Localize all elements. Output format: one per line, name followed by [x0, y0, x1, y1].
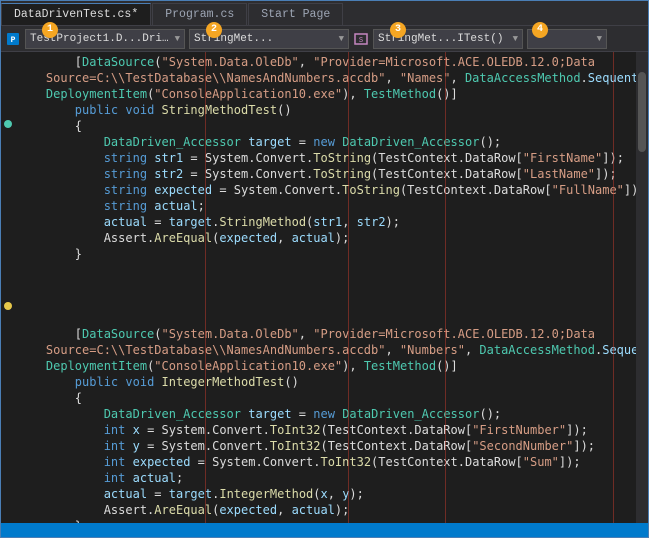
marker-2: 2	[206, 22, 222, 38]
method-dropdown[interactable]: StringMet... ▼ 2	[189, 29, 349, 49]
line-16: [DataSource("System.Data.OleDb", "Provid…	[17, 327, 595, 341]
tab-bar: DataDrivenTest.cs* Program.cs Start Page	[1, 1, 648, 26]
line-11: actual = target.StringMethod(str1, str2)…	[17, 215, 400, 229]
line-3: DeploymentItem("ConsoleApplication10.exe…	[17, 87, 458, 101]
line-7: string str1 = System.Convert.ToString(Te…	[17, 151, 624, 165]
line-4: public void StringMethodTest()	[17, 103, 292, 117]
line-24: int expected = System.Convert.ToInt32(Te…	[17, 455, 581, 469]
line-13: }	[17, 247, 82, 261]
line-28: }	[17, 519, 82, 523]
line-1: [DataSource("System.Data.OleDb", "Provid…	[17, 55, 595, 69]
marker-1: 1	[42, 22, 58, 38]
tab-programcs-label: Program.cs	[165, 8, 234, 21]
code-area: [DataSource("System.Data.OleDb", "Provid…	[1, 52, 648, 523]
marker-4: 4	[532, 22, 548, 38]
overload-dropdown[interactable]: ▼ 4	[527, 29, 607, 49]
tab-datadriventest[interactable]: DataDrivenTest.cs*	[1, 3, 151, 25]
line-6: DataDriven_Accessor target = new DataDri…	[17, 135, 501, 149]
left-indicators	[1, 52, 13, 523]
breakpoint-dot-1	[4, 120, 12, 128]
line-9: string expected = System.Convert.ToStrin…	[17, 183, 636, 197]
interface-dropdown-arrow: ▼	[513, 34, 518, 44]
string-icon: S	[353, 31, 369, 47]
project-icon: P	[5, 31, 21, 47]
toolbar: P TestProject1.D...DrivenTest ▼ 1 String…	[1, 26, 648, 52]
scrollbar-thumb[interactable]	[638, 72, 646, 152]
interface-dropdown[interactable]: StringMet...ITest() ▼ 3	[373, 29, 523, 49]
tab-programcs[interactable]: Program.cs	[152, 3, 247, 25]
code-editor[interactable]: [DataSource("System.Data.OleDb", "Provid…	[13, 52, 636, 523]
line-5: {	[17, 119, 82, 133]
line-22: int x = System.Convert.ToInt32(TestConte…	[17, 423, 588, 437]
line-23: int y = System.Convert.ToInt32(TestConte…	[17, 439, 595, 453]
line-8: string str2 = System.Convert.ToString(Te…	[17, 167, 617, 181]
method-dropdown-arrow: ▼	[339, 34, 344, 44]
line-20: {	[17, 391, 82, 405]
line-26: actual = target.IntegerMethod(x, y);	[17, 487, 364, 501]
vertical-scrollbar[interactable]	[636, 52, 648, 523]
line-10: string actual;	[17, 199, 205, 213]
svg-text:P: P	[11, 36, 16, 45]
tab-startpage[interactable]: Start Page	[248, 3, 343, 25]
breakpoint-dot-2	[4, 302, 12, 310]
status-bar	[1, 523, 648, 537]
overload-dropdown-arrow: ▼	[597, 34, 602, 44]
class-dropdown-arrow: ▼	[175, 34, 180, 44]
class-dropdown[interactable]: TestProject1.D...DrivenTest ▼ 1	[25, 29, 185, 49]
svg-text:S: S	[359, 37, 363, 45]
line-12: Assert.AreEqual(expected, actual);	[17, 231, 349, 245]
line-17: Source=C:\\TestDatabase\\NamesAndNumbers…	[17, 343, 636, 357]
main-window: DataDrivenTest.cs* Program.cs Start Page…	[0, 0, 649, 538]
line-18: DeploymentItem("ConsoleApplication10.exe…	[17, 359, 458, 373]
code-block: [DataSource("System.Data.OleDb", "Provid…	[17, 54, 632, 523]
line-21: DataDriven_Accessor target = new DataDri…	[17, 407, 501, 421]
line-27: Assert.AreEqual(expected, actual);	[17, 503, 349, 517]
marker-3: 3	[390, 22, 406, 38]
line-19: public void IntegerMethodTest()	[17, 375, 299, 389]
line-2: Source=C:\\TestDatabase\\NamesAndNumbers…	[17, 71, 636, 85]
line-25: int actual;	[17, 471, 183, 485]
tab-startpage-label: Start Page	[261, 8, 330, 21]
tab-datadriventest-label: DataDrivenTest.cs*	[14, 8, 138, 21]
